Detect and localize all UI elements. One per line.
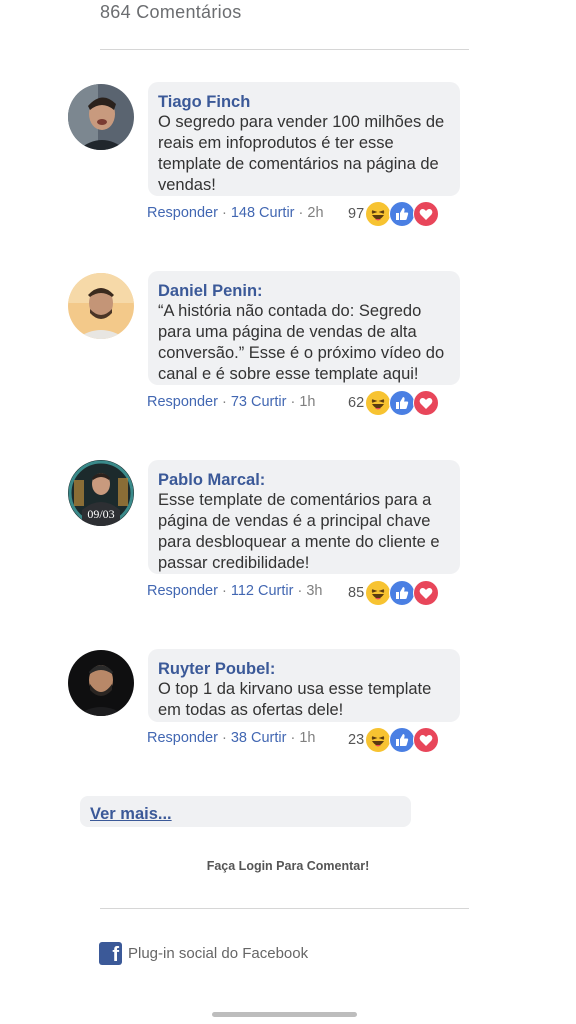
see-more-container: Ver mais... xyxy=(80,796,411,827)
heart-icon xyxy=(413,580,440,606)
like-link[interactable]: 148 Curtir xyxy=(231,205,295,221)
reply-link[interactable]: Responder xyxy=(147,730,218,746)
comment-time: 3h xyxy=(306,583,323,599)
separator: · xyxy=(217,583,231,599)
svg-text:09/03: 09/03 xyxy=(87,507,114,521)
separator: · xyxy=(294,205,308,221)
like-link[interactable]: 73 Curtir xyxy=(231,394,287,410)
reply-link[interactable]: Responder xyxy=(147,583,218,599)
reaction-summary[interactable]: 85 xyxy=(348,580,440,606)
separator: · xyxy=(217,205,231,221)
avatar[interactable]: 09/03 xyxy=(68,460,134,526)
reaction-summary[interactable]: 97 xyxy=(348,201,440,227)
reaction-count: 23 xyxy=(348,732,365,748)
comment-author[interactable]: Ruyter Poubel: xyxy=(158,659,450,679)
reply-link[interactable]: Responder xyxy=(147,205,218,221)
comment-actions: Responder · 38 Curtir · 1h xyxy=(147,730,315,746)
comment-text: “A história não contada do: Segredo para… xyxy=(158,302,445,383)
separator: · xyxy=(286,394,300,410)
thumbs-up-icon xyxy=(389,201,416,227)
top-divider xyxy=(100,49,469,50)
login-to-comment-link[interactable]: Faça Login Para Comentar! xyxy=(0,859,576,873)
comment-bubble: Daniel Penin: “A história não contada do… xyxy=(148,271,460,385)
comment-text: O segredo para vender 100 milhões de rea… xyxy=(158,113,445,194)
thumbs-up-icon xyxy=(389,727,416,753)
like-link[interactable]: 38 Curtir xyxy=(231,730,287,746)
avatar[interactable] xyxy=(68,84,134,150)
comment-time: 2h xyxy=(307,205,324,221)
comment-bubble: Ruyter Poubel: O top 1 da kirvano usa es… xyxy=(148,649,460,722)
laughing-face-icon xyxy=(365,201,392,227)
reply-link[interactable]: Responder xyxy=(147,394,218,410)
thumbs-up-icon xyxy=(389,580,416,606)
heart-icon xyxy=(413,727,440,753)
separator: · xyxy=(293,583,307,599)
comment-actions: Responder · 73 Curtir · 1h xyxy=(147,394,315,410)
comment-text: O top 1 da kirvano usa esse template em … xyxy=(158,680,432,719)
comment-bubble: Pablo Marcal: Esse template de comentári… xyxy=(148,460,460,574)
comment-time: 1h xyxy=(299,730,316,746)
comment-actions: Responder · 112 Curtir · 3h xyxy=(147,583,322,599)
reaction-summary[interactable]: 23 xyxy=(348,727,440,753)
thumbs-up-icon xyxy=(389,390,416,416)
laughing-face-icon xyxy=(365,390,392,416)
comment-time: 1h xyxy=(299,394,316,410)
separator: · xyxy=(217,730,231,746)
reaction-count: 85 xyxy=(348,585,365,601)
separator: · xyxy=(217,394,231,410)
comment-author[interactable]: Pablo Marcal: xyxy=(158,470,450,490)
avatar[interactable] xyxy=(68,273,134,339)
comment-author[interactable]: Daniel Penin: xyxy=(158,281,450,301)
comment-bubble: Tiago Finch O segredo para vender 100 mi… xyxy=(148,82,460,196)
bottom-divider xyxy=(100,908,469,909)
plugin-label: Plug-in social do Facebook xyxy=(128,945,309,962)
laughing-face-icon xyxy=(365,727,392,753)
facebook-logo-icon: f xyxy=(99,942,122,966)
avatar[interactable] xyxy=(68,650,134,716)
like-link[interactable]: 112 Curtir xyxy=(231,583,294,599)
separator: · xyxy=(286,730,300,746)
comment-author[interactable]: Tiago Finch xyxy=(158,92,450,112)
comment-text: Esse template de comentários para a pági… xyxy=(158,491,440,572)
comment-count: 864 Comentários xyxy=(100,2,242,22)
reaction-count: 97 xyxy=(348,206,365,222)
comment-actions: Responder · 148 Curtir · 2h xyxy=(147,205,324,221)
home-indicator[interactable] xyxy=(212,1012,357,1017)
reaction-count: 62 xyxy=(348,395,365,411)
laughing-face-icon xyxy=(365,580,392,606)
see-more-link[interactable]: Ver mais... xyxy=(90,805,172,824)
heart-icon xyxy=(413,201,440,227)
facebook-plugin-credit[interactable]: f Plug-in social do Facebook xyxy=(99,942,309,966)
heart-icon xyxy=(413,390,440,416)
reaction-summary[interactable]: 62 xyxy=(348,390,440,416)
